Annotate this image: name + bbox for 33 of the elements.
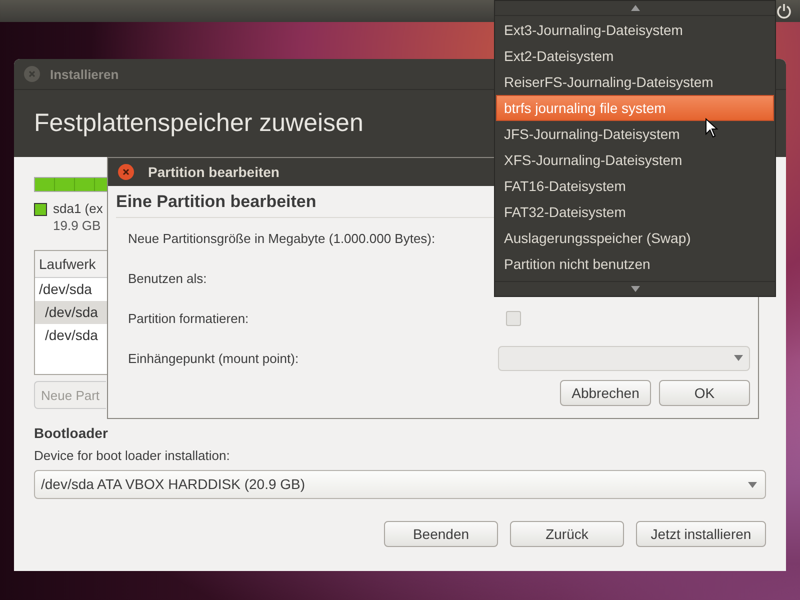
caret-icon (734, 355, 743, 361)
field-label: Partition formatieren: (128, 310, 249, 326)
pointer-icon (705, 118, 719, 138)
bootloader-dropdown[interactable]: /dev/sda ATA VBOX HARDDISK (20.9 GB) (34, 470, 766, 499)
menu-item[interactable]: Ext2-Dateisystem (496, 43, 774, 69)
scroll-down-icon[interactable] (630, 286, 640, 292)
partition-label: sda1 (ex (53, 200, 103, 217)
partition-size: 19.9 GB (53, 217, 102, 234)
field-label: Einhängepunkt (mount point): (128, 350, 299, 366)
menu-item[interactable]: XFS-Journaling-Dateisystem (496, 147, 774, 173)
column-header[interactable]: Laufwerk (35, 251, 107, 278)
dialog-button[interactable]: Abbrechen (560, 380, 651, 406)
section-heading: Bootloader (34, 425, 109, 441)
dialog-button[interactable]: OK (659, 380, 750, 406)
field-label: Device for boot loader installation: (34, 447, 231, 464)
wizard-button[interactable]: Beenden (384, 521, 498, 547)
field-label: Neue Partitionsgröße in Megabyte (1.000.000 Bytes): (128, 230, 436, 246)
scroll-up-icon[interactable] (630, 5, 640, 11)
page-heading: Festplattenspeicher zuweisen (34, 109, 364, 138)
wizard-button[interactable]: Zurück (510, 521, 624, 547)
menu-item[interactable]: Auslagerungsspeicher (Swap) (496, 225, 774, 251)
close-icon[interactable] (118, 164, 134, 180)
menu-item[interactable]: ReiserFS-Journaling-Dateisystem (496, 69, 774, 95)
table-row[interactable]: /dev/sda (35, 301, 107, 324)
dialog-title: Partition bearbeiten (148, 164, 280, 180)
menu-item[interactable]: JFS-Journaling-Dateisystem (496, 121, 774, 147)
window-title: Installieren (50, 66, 119, 82)
menu-item[interactable]: Ext3-Journaling-Dateisystem (496, 17, 774, 43)
wizard-button[interactable]: Jetzt installieren (636, 521, 766, 547)
caret-icon (748, 482, 757, 488)
field-label: Benutzen als: (128, 270, 207, 286)
power-icon[interactable] (776, 3, 792, 19)
menu-item[interactable]: Partition nicht benutzen (496, 251, 774, 277)
